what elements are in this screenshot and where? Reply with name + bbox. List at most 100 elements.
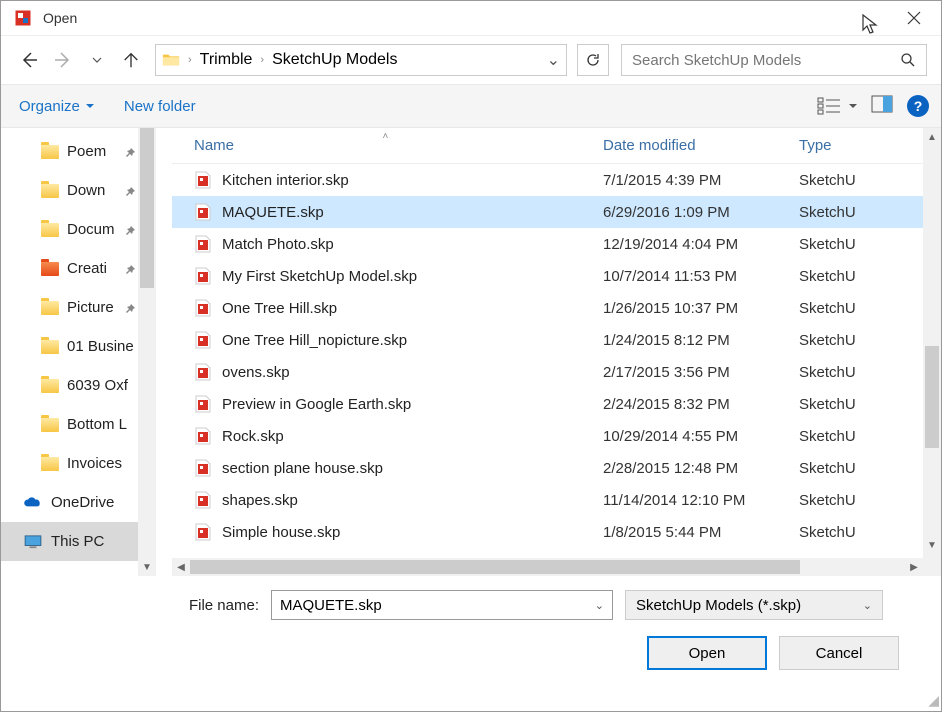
help-button[interactable]: ? (907, 95, 929, 117)
pin-icon (124, 185, 136, 197)
file-row[interactable]: Kitchen interior.skp7/1/2015 4:39 PMSket… (172, 164, 923, 196)
sidebar-item[interactable]: 01 Busine (1, 327, 138, 366)
folder-icon (162, 52, 180, 68)
sidebar-item[interactable]: Poem (1, 132, 138, 171)
sidebar-item[interactable]: Picture (1, 288, 138, 327)
sidebar-item[interactable]: Invoices (1, 444, 138, 483)
filelist-scrollbar[interactable]: ▲ ▼ (923, 128, 941, 576)
cancel-button[interactable]: Cancel (779, 636, 899, 670)
file-row[interactable]: Rock.skp10/29/2014 4:55 PMSketchU (172, 420, 923, 452)
chevron-right-icon: › (188, 54, 192, 66)
file-date: 7/1/2015 4:39 PM (593, 172, 789, 189)
sidebar-item-label: 01 Busine (67, 338, 134, 355)
back-button[interactable] (15, 46, 43, 74)
horizontal-scrollbar[interactable]: ◀ ▶ (172, 558, 923, 576)
folder-icon (41, 340, 59, 354)
up-button[interactable] (117, 46, 145, 74)
file-name: Match Photo.skp (222, 236, 593, 253)
breadcrumb-segment[interactable]: SketchUp Models (272, 51, 397, 69)
pane-icon (871, 95, 893, 113)
folder-icon (41, 145, 59, 159)
search-input[interactable] (632, 52, 900, 69)
sidebar-item[interactable]: Bottom L (1, 405, 138, 444)
column-type[interactable]: Type (789, 137, 923, 154)
column-date[interactable]: Date modified (593, 137, 789, 154)
sidebar-this-pc[interactable]: This PC (1, 522, 138, 561)
file-row[interactable]: Match Photo.skp12/19/2014 4:04 PMSketchU (172, 228, 923, 260)
folder-icon (41, 379, 59, 393)
scroll-down-icon[interactable]: ▼ (138, 558, 156, 576)
file-type: SketchU (789, 460, 923, 477)
toolbar: Organize New folder ? (1, 84, 941, 128)
cursor-icon (861, 13, 879, 35)
filelist-scroll-thumb[interactable] (925, 346, 939, 448)
file-type: SketchU (789, 268, 923, 285)
skp-file-icon (194, 459, 212, 477)
organize-button[interactable]: Organize (13, 94, 100, 119)
refresh-button[interactable] (577, 44, 609, 76)
sidebar-item-label: Poem (67, 143, 106, 160)
chevron-down-icon[interactable]: ⌄ (863, 599, 872, 612)
skp-file-icon (194, 395, 212, 413)
file-date: 1/8/2015 5:44 PM (593, 524, 789, 541)
column-name[interactable]: ˄ Name (172, 137, 593, 154)
sidebar-item[interactable]: Down (1, 171, 138, 210)
resize-handle[interactable]: ◢ (928, 692, 939, 709)
forward-button[interactable] (49, 46, 77, 74)
sidebar-scrollbar[interactable]: ▲ ▼ (138, 128, 156, 576)
recent-dropdown[interactable] (83, 46, 111, 74)
view-button[interactable] (817, 97, 857, 115)
skp-file-icon (194, 491, 212, 509)
sidebar-item-label: Docum (67, 221, 115, 238)
breadcrumb-segment[interactable]: Trimble (200, 51, 253, 69)
file-name: ovens.skp (222, 364, 593, 381)
file-row[interactable]: shapes.skp11/14/2014 12:10 PMSketchU (172, 484, 923, 516)
file-row[interactable]: ovens.skp2/17/2015 3:56 PMSketchU (172, 356, 923, 388)
file-row[interactable]: Preview in Google Earth.skp2/24/2015 8:3… (172, 388, 923, 420)
file-row[interactable]: Simple house.skp1/8/2015 5:44 PMSketchU (172, 516, 923, 548)
hscroll-thumb[interactable] (190, 560, 800, 574)
content: Poem Down Docum CreatiPicture 01 Busine 6039 … (1, 128, 941, 576)
sidebar-item[interactable]: 6039 Oxf (1, 366, 138, 405)
sidebar-item[interactable]: Creati (1, 249, 138, 288)
sidebar-item-label: OneDrive (51, 494, 114, 511)
skp-file-icon (194, 523, 212, 541)
sort-asc-icon: ˄ (383, 131, 389, 142)
file-type: SketchU (789, 300, 923, 317)
chevron-down-icon[interactable]: ⌄ (547, 50, 560, 70)
preview-pane-button[interactable] (871, 95, 893, 118)
file-row[interactable]: MAQUETE.skp6/29/2016 1:09 PMSketchU (172, 196, 923, 228)
new-folder-button[interactable]: New folder (118, 94, 202, 119)
breadcrumb[interactable]: › Trimble › SketchUp Models ⌄ (155, 44, 567, 76)
sidebar-item[interactable]: Docum (1, 210, 138, 249)
chevron-down-icon (849, 102, 857, 110)
scroll-down-icon[interactable]: ▼ (923, 536, 941, 554)
file-row[interactable]: One Tree Hill_nopicture.skp1/24/2015 8:1… (172, 324, 923, 356)
file-row[interactable]: My First SketchUp Model.skp10/7/2014 11:… (172, 260, 923, 292)
view-icon (817, 97, 841, 115)
file-type: SketchU (789, 524, 923, 541)
close-button[interactable] (891, 3, 937, 33)
scroll-left-icon[interactable]: ◀ (172, 558, 190, 576)
sidebar-item-label: Bottom L (67, 416, 127, 433)
skp-file-icon (194, 363, 212, 381)
filetype-select[interactable]: SketchUp Models (*.skp) ⌄ (625, 590, 883, 620)
scroll-right-icon[interactable]: ▶ (905, 558, 923, 576)
file-date: 12/19/2014 4:04 PM (593, 236, 789, 253)
sidebar-scroll-thumb[interactable] (140, 128, 154, 288)
file-row[interactable]: section plane house.skp2/28/2015 12:48 P… (172, 452, 923, 484)
chevron-down-icon[interactable]: ⌄ (595, 599, 604, 612)
file-name: Preview in Google Earth.skp (222, 396, 593, 413)
titlebar: Open (1, 1, 941, 36)
sidebar-onedrive[interactable]: OneDrive (1, 483, 138, 522)
search-icon[interactable] (900, 52, 916, 68)
filename-input[interactable]: MAQUETE.skp ⌄ (271, 590, 613, 620)
scroll-up-icon[interactable]: ▲ (923, 128, 941, 146)
search-box[interactable] (621, 44, 927, 76)
open-button[interactable]: Open (647, 636, 767, 670)
onedrive-icon (23, 496, 43, 510)
file-list: ˄ Name Date modified Type Kitchen interi… (156, 128, 941, 576)
footer: File name: MAQUETE.skp ⌄ SketchUp Models… (1, 576, 941, 688)
file-row[interactable]: One Tree Hill.skp1/26/2015 10:37 PMSketc… (172, 292, 923, 324)
folder-icon (41, 223, 59, 237)
